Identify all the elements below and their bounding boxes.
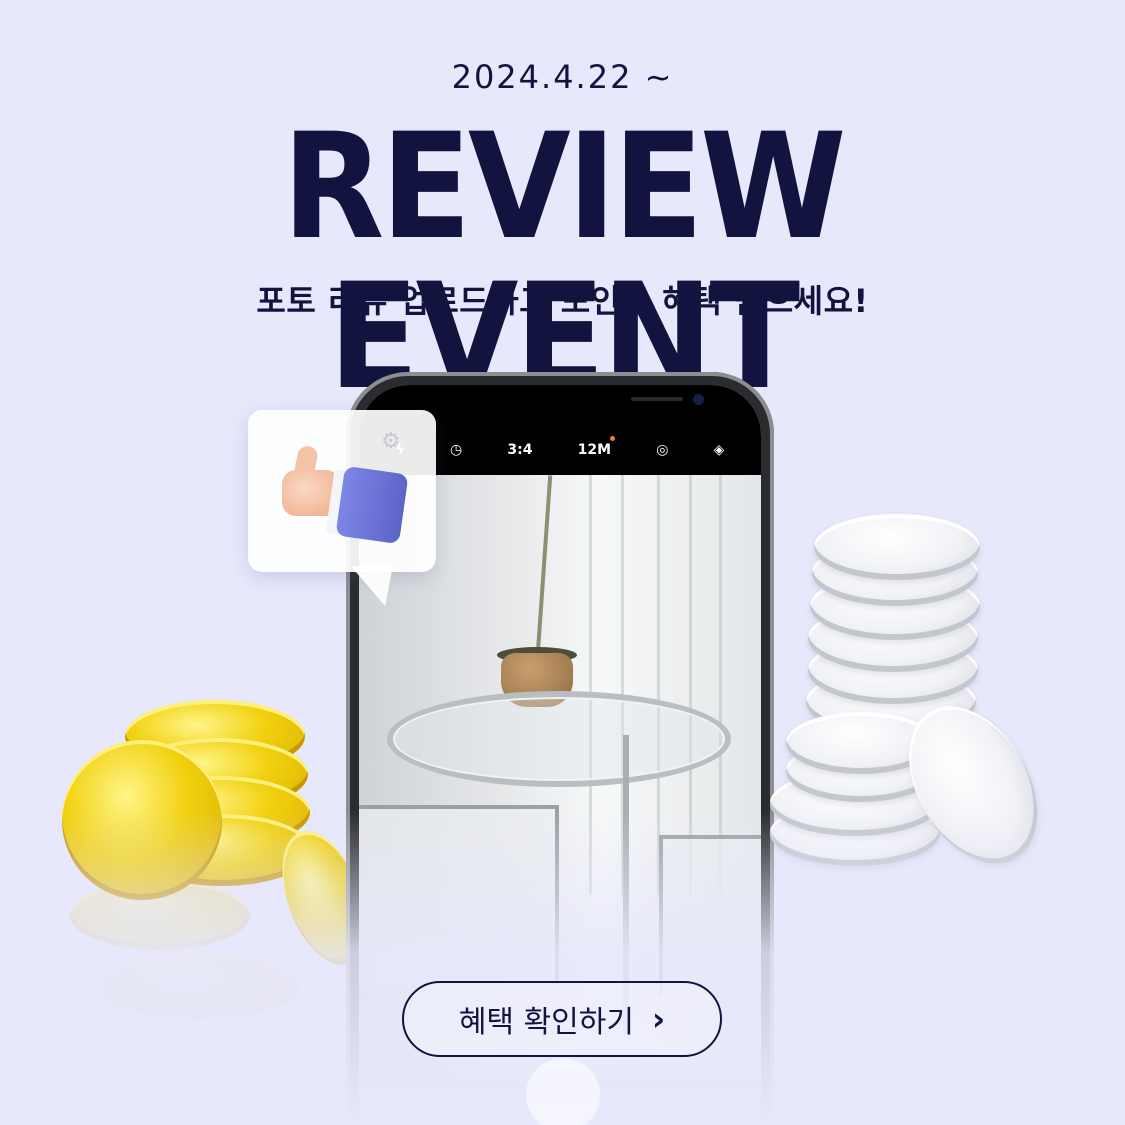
recording-dot <box>610 436 616 441</box>
timer-icon[interactable]: ◷ <box>450 442 462 458</box>
sleeve <box>335 465 409 545</box>
aspect-ratio-label[interactable]: 3:4 <box>507 442 532 458</box>
camera-shutter-button <box>526 1058 600 1125</box>
live-photo-icon[interactable]: ◎ <box>656 442 668 458</box>
plant-stem <box>535 475 553 666</box>
glass-table <box>387 691 731 787</box>
event-subtitle: 포토 리뷰 업로드하고 포인트 혜택 받으세요! <box>256 282 869 320</box>
silver-coin <box>814 514 980 580</box>
filters-icon[interactable]: ◈ <box>714 442 725 458</box>
check-benefits-button[interactable]: 혜택 확인하기 › <box>402 981 722 1057</box>
review-event-banner: 2024.4.22 ~ REVIEW EVENT 포토 리뷰 업로드하고 포인트… <box>0 0 1125 1125</box>
check-benefits-label: 혜택 확인하기 <box>458 1005 634 1040</box>
front-camera <box>693 394 704 405</box>
speaker-grille <box>631 397 683 401</box>
phone-notch <box>455 385 704 415</box>
event-headline: REVIEW EVENT <box>282 102 846 422</box>
resolution-text: 12M <box>577 442 612 458</box>
event-date: 2024.4.22 ~ <box>451 58 674 96</box>
resolution-label[interactable]: 12M <box>577 436 616 458</box>
chevron-right-icon: › <box>651 1000 666 1038</box>
settings-gear-icon: ⚙ <box>381 429 401 454</box>
